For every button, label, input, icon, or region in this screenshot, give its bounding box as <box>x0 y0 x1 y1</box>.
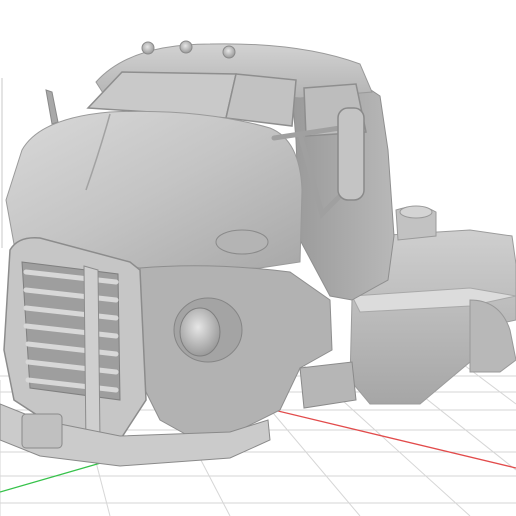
antenna <box>45 89 59 125</box>
3d-viewport[interactable] <box>0 0 516 516</box>
headlight-lens <box>179 307 221 357</box>
roof-light-center <box>179 40 193 54</box>
viewport-canvas[interactable] <box>0 0 516 516</box>
front-fender <box>139 265 333 441</box>
rear-tank-cap <box>399 205 433 219</box>
roof-light-left <box>141 41 155 55</box>
grille-vertical-bar <box>83 265 101 447</box>
windshield-right <box>225 73 297 127</box>
running-board <box>299 361 357 409</box>
roof-light-right <box>222 45 236 59</box>
turn-indicator <box>215 229 269 255</box>
truck-model[interactable] <box>0 40 516 467</box>
side-mirror <box>337 107 365 201</box>
license-plate <box>21 413 63 449</box>
